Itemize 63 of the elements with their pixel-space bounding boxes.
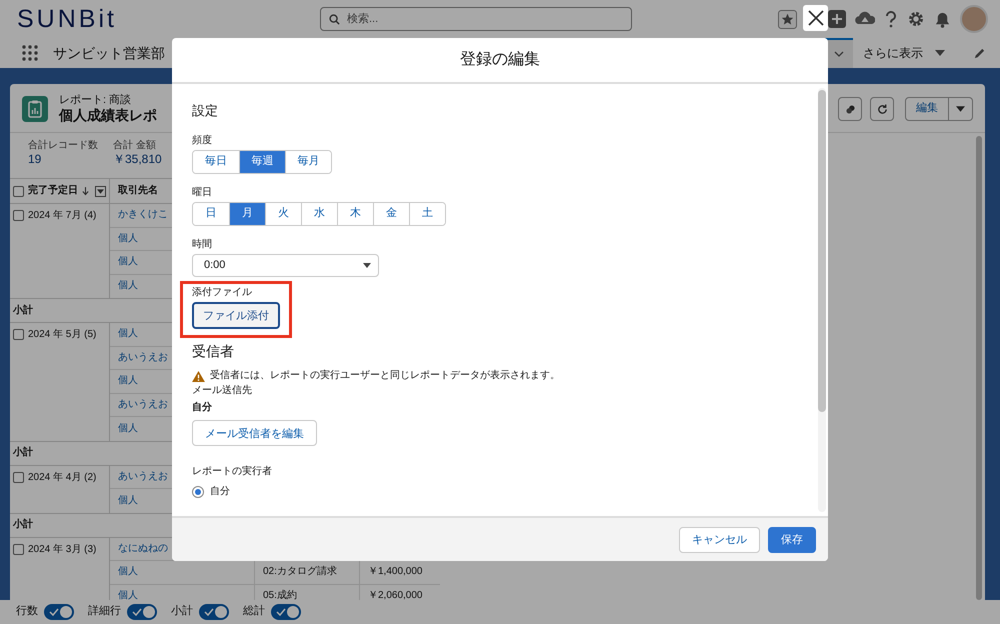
report-type: レポート: 商談 [59, 94, 132, 108]
table-cell: ￥1,400,000 [368, 566, 422, 578]
field-label: 頻度 [192, 134, 212, 147]
account-link[interactable]: 個人 [118, 494, 138, 507]
table-cell: 05:成約 [263, 590, 297, 600]
weekday-option[interactable]: 土 [409, 202, 445, 225]
frequency-option[interactable]: 毎月 [285, 150, 331, 173]
warning-text: 受信者には、レポートの実行ユーザーと同じレポートデータが表示されます。 [210, 370, 560, 382]
time-select[interactable]: 0:00 [192, 254, 379, 277]
section-heading: 設定 [192, 103, 218, 119]
subtotal-label: 小計 [13, 519, 33, 531]
field-label: レポートの実行者 [192, 466, 272, 478]
frequency-option[interactable]: 毎週 [239, 150, 285, 173]
field-label: 時間 [192, 238, 212, 251]
group-label: 2024 年 4月 (2) [28, 472, 96, 484]
summary-value: ￥35,810 [113, 152, 162, 166]
summary-label: 合計レコード数 [28, 140, 99, 152]
account-link[interactable]: 個人 [118, 422, 138, 435]
edit-recipients-button[interactable]: メール受信者を編集 [192, 420, 317, 446]
account-link[interactable]: なにぬねの [118, 542, 168, 555]
modal-title: 登録の編集 [460, 50, 540, 70]
field-label: 曜日 [192, 186, 212, 199]
group-label: 2024 年 5月 (5) [28, 329, 96, 341]
account-link[interactable]: あいうえお [118, 398, 168, 411]
attach-file-button[interactable]: ファイル添付 [192, 302, 280, 329]
subtotal-label: 小計 [13, 304, 33, 316]
toggle-label: 小計 [171, 605, 193, 619]
column-header[interactable]: 取引先名 [118, 185, 158, 197]
account-link[interactable]: 個人 [118, 328, 138, 340]
account-link[interactable]: 個人 [118, 280, 138, 292]
column-header[interactable]: 完了予定日 [28, 185, 78, 197]
account-link[interactable]: あいうえお [118, 352, 168, 364]
save-button[interactable]: 保存 [768, 526, 816, 552]
search-field[interactable]: 検索... [320, 7, 632, 31]
app-name: サンビット営業部 [53, 44, 165, 62]
account-link[interactable]: あいうえお [118, 470, 168, 483]
account-link[interactable]: 個人 [118, 256, 138, 268]
section-heading: 受信者 [192, 342, 234, 360]
field-label: 添付ファイル [192, 286, 252, 299]
table-cell: ￥2,060,000 [368, 590, 422, 600]
report-title: 個人成績表レポ [59, 107, 157, 124]
account-link[interactable]: 個人 [118, 232, 138, 245]
weekday-option[interactable]: 月 [229, 202, 265, 225]
field-value: 自分 [192, 402, 212, 414]
toggle-label: 詳細行 [88, 605, 121, 619]
toggle-label: 総計 [243, 605, 265, 619]
logo: SUNBit [17, 4, 118, 34]
more-tabs-button[interactable]: さらに表示 [863, 46, 923, 60]
group-label: 2024 年 7月 (4) [28, 210, 96, 222]
edit-button[interactable]: 編集 [905, 97, 949, 121]
field-label: メール送信先 [192, 385, 252, 398]
summary-value: 19 [28, 152, 42, 166]
account-link[interactable]: 個人 [118, 375, 138, 388]
cancel-button[interactable]: キャンセル [679, 526, 760, 552]
account-link[interactable]: 個人 [118, 566, 138, 578]
toggle-label: 行数 [16, 605, 38, 619]
account-link[interactable]: かきくけこ [118, 209, 168, 222]
subtotal-label: 小計 [13, 447, 33, 459]
account-link[interactable]: 個人 [118, 590, 138, 600]
group-label: 2024 年 3月 (3) [28, 544, 96, 556]
summary-label: 合計 金額 [113, 140, 157, 152]
radio-label: 自分 [210, 486, 230, 498]
table-cell: 02:カタログ請求 [263, 566, 337, 578]
